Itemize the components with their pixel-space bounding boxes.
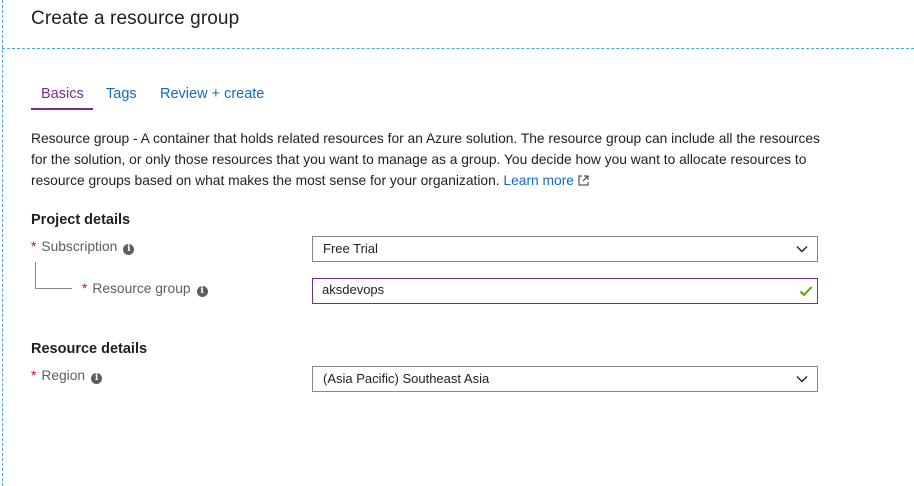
external-link-icon <box>578 175 589 186</box>
tab-tags[interactable]: Tags <box>106 86 137 102</box>
info-icon[interactable]: i <box>196 286 208 297</box>
intro-description: Resource group - A container that holds … <box>31 128 821 191</box>
resource-group-label: * Resource group i <box>82 281 208 297</box>
learn-more-label: Learn more <box>503 173 574 188</box>
tree-connector-vertical <box>35 262 36 288</box>
tree-connector-horizontal <box>35 288 72 289</box>
chevron-down-icon <box>796 246 808 253</box>
resource-group-label-text: Resource group <box>92 281 191 296</box>
required-marker: * <box>31 239 37 254</box>
intro-term: Resource group <box>31 131 130 146</box>
page-title: Create a resource group <box>31 8 240 29</box>
region-label-text: Region <box>41 368 86 383</box>
resource-group-input[interactable] <box>322 282 782 297</box>
subscription-dropdown[interactable]: Free Trial <box>312 236 818 262</box>
required-marker: * <box>82 281 88 296</box>
header-divider <box>2 48 914 49</box>
active-tab-indicator <box>31 108 93 110</box>
valid-checkmark-icon <box>799 286 813 297</box>
resource-group-field[interactable] <box>312 278 818 304</box>
region-value: (Asia Pacific) Southeast Asia <box>323 371 490 386</box>
subscription-label: * Subscription i <box>31 239 135 255</box>
intro-text: - A container that holds related resourc… <box>31 131 820 188</box>
required-marker: * <box>31 368 37 383</box>
learn-more-link[interactable]: Learn more <box>503 173 589 188</box>
region-label: * Region i <box>31 368 103 384</box>
tab-basics[interactable]: Basics <box>41 86 84 102</box>
subscription-value: Free Trial <box>323 241 378 256</box>
project-details-heading: Project details <box>31 212 131 228</box>
region-dropdown[interactable]: (Asia Pacific) Southeast Asia <box>312 366 818 392</box>
chevron-down-icon <box>796 376 808 383</box>
info-icon[interactable]: i <box>123 244 135 255</box>
subscription-label-text: Subscription <box>41 239 118 254</box>
tab-review-create[interactable]: Review + create <box>160 86 264 102</box>
panel-left-border <box>2 0 3 486</box>
resource-details-heading: Resource details <box>31 341 148 357</box>
info-icon[interactable]: i <box>91 373 103 384</box>
